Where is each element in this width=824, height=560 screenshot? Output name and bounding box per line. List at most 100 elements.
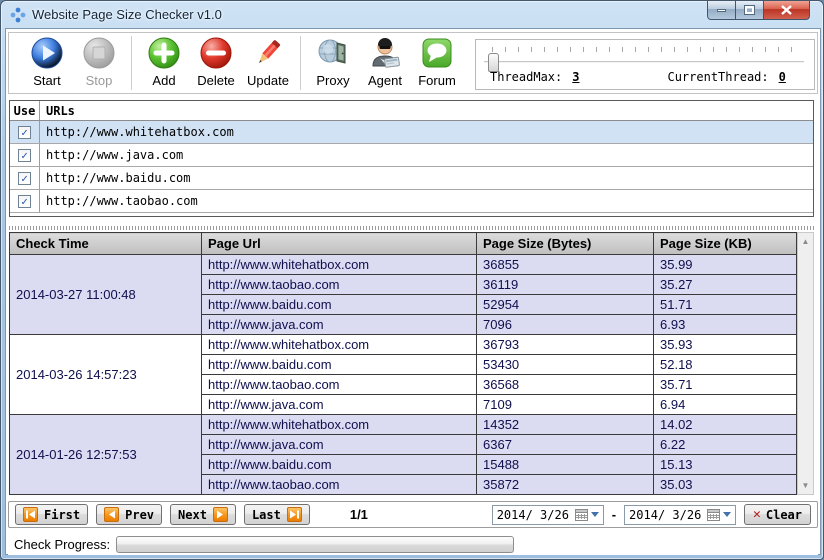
toolbar-separator — [300, 36, 301, 90]
use-checkbox[interactable]: ✓ — [18, 126, 31, 139]
page-size-bytes-cell: 7096 — [477, 315, 654, 335]
splitter-bar[interactable] — [9, 226, 814, 230]
minimize-button[interactable] — [707, 1, 736, 20]
use-checkbox[interactable]: ✓ — [18, 149, 31, 162]
use-column-header: Use — [10, 101, 40, 120]
check-progress-label: Check Progress: — [14, 537, 110, 552]
page-size-bytes-cell: 52954 — [477, 295, 654, 315]
toolbar-button-label: Stop — [73, 73, 125, 88]
page-size-kb-cell: 14.02 — [654, 415, 797, 435]
page-size-kb-cell: 6.94 — [654, 395, 797, 415]
page-url-cell: http://www.whitehatbox.com — [202, 255, 477, 275]
page-url-cell: http://www.java.com — [202, 315, 477, 335]
delete-minus-icon — [199, 36, 233, 72]
prev-page-icon — [104, 507, 119, 522]
prev-page-button[interactable]: Prev — [96, 504, 162, 525]
use-checkbox[interactable]: ✓ — [18, 195, 31, 208]
url-row[interactable]: ✓ http://www.baidu.com — [10, 167, 813, 190]
client-area: Start Stop Add — [5, 28, 821, 555]
page-size-bytes-cell: 36793 — [477, 335, 654, 355]
page-size-kb-column-header[interactable]: Page Size (KB) — [654, 233, 797, 255]
next-page-label: Next — [178, 508, 207, 522]
use-cell: ✓ — [10, 167, 40, 189]
close-button[interactable] — [764, 1, 810, 20]
maximize-button[interactable] — [736, 1, 764, 20]
url-list-body: ✓ http://www.whitehatbox.com ✓ http://www.j… — [10, 121, 813, 213]
proxy-globe-icon — [316, 36, 350, 72]
url-text: http://www.whitehatbox.com — [40, 125, 813, 139]
vertical-scrollbar[interactable]: ▲ ▼ — [797, 232, 814, 495]
use-cell: ✓ — [10, 121, 40, 143]
results-header-row: Check Time Page Url Page Size (Bytes) Pa… — [10, 233, 797, 255]
scroll-up-icon[interactable]: ▲ — [799, 234, 812, 249]
url-list-panel: Use URLs ✓ http://www.whitehatbox.com ✓ htt… — [9, 100, 814, 217]
slider-tick-marks — [492, 47, 804, 52]
page-size-bytes-cell: 36568 — [477, 375, 654, 395]
scroll-down-icon[interactable]: ▼ — [799, 478, 812, 493]
check-progress-bar — [116, 536, 514, 553]
page-size-kb-cell: 15.13 — [654, 455, 797, 475]
result-row[interactable]: 2014-01-26 12:57:53http://www.whitehatbo… — [10, 415, 797, 435]
app-window: Website Page Size Checker v1.0 — [0, 0, 824, 560]
url-row[interactable]: ✓ http://www.taobao.com — [10, 190, 813, 213]
delete-button[interactable]: Delete — [190, 36, 242, 88]
current-thread-label: CurrentThread: — [667, 70, 768, 84]
close-icon — [781, 5, 792, 15]
page-size-bytes-cell: 36855 — [477, 255, 654, 275]
page-size-bytes-cell: 53430 — [477, 355, 654, 375]
page-url-cell: http://www.java.com — [202, 435, 477, 455]
first-page-label: First — [44, 508, 80, 522]
next-page-button[interactable]: Next — [170, 504, 236, 525]
stop-button[interactable]: Stop — [73, 36, 125, 88]
page-url-cell: http://www.taobao.com — [202, 475, 477, 495]
result-row[interactable]: 2014-03-27 11:00:48http://www.whitehatbo… — [10, 255, 797, 275]
results-table-body: 2014-03-27 11:00:48http://www.whitehatbo… — [10, 255, 797, 495]
url-text: http://www.java.com — [40, 148, 813, 162]
proxy-button[interactable]: Proxy — [307, 36, 359, 88]
page-size-bytes-cell: 35872 — [477, 475, 654, 495]
date-to-picker[interactable]: 2014/ 3/26 — [624, 505, 736, 525]
add-button[interactable]: Add — [138, 36, 190, 88]
start-button[interactable]: Start — [21, 36, 73, 88]
thread-slider-track[interactable] — [484, 61, 804, 63]
chevron-down-icon[interactable] — [723, 512, 731, 517]
url-text: http://www.taobao.com — [40, 194, 813, 208]
thread-max-label: ThreadMax: — [490, 70, 562, 84]
update-button[interactable]: Update — [242, 36, 294, 88]
page-size-bytes-column-header[interactable]: Page Size (Bytes) — [477, 233, 654, 255]
result-row[interactable]: 2014-03-26 14:57:23http://www.whitehatbo… — [10, 335, 797, 355]
page-url-column-header[interactable]: Page Url — [202, 233, 477, 255]
clear-button[interactable]: ✕ Clear — [744, 504, 811, 525]
date-from-picker[interactable]: 2014/ 3/26 — [492, 505, 604, 525]
toolbar-button-label: Update — [242, 73, 294, 88]
titlebar[interactable]: Website Page Size Checker v1.0 — [1, 1, 823, 28]
page-indicator: 1/1 — [350, 507, 368, 522]
page-size-bytes-cell: 14352 — [477, 415, 654, 435]
last-page-icon — [287, 507, 302, 522]
current-thread-value: 0 — [779, 70, 786, 84]
first-page-button[interactable]: First — [15, 504, 88, 525]
url-row[interactable]: ✓ http://www.whitehatbox.com — [10, 121, 813, 144]
page-size-kb-cell: 35.99 — [654, 255, 797, 275]
url-row[interactable]: ✓ http://www.java.com — [10, 144, 813, 167]
check-time-column-header[interactable]: Check Time — [10, 233, 202, 255]
calendar-icon — [707, 508, 720, 521]
start-play-icon — [30, 36, 64, 72]
urls-column-header: URLs — [40, 104, 813, 118]
forum-button[interactable]: Forum — [411, 36, 463, 88]
last-page-button[interactable]: Last — [244, 504, 310, 525]
toolbar: Start Stop Add — [8, 32, 818, 94]
minimize-icon — [717, 9, 726, 12]
page-url-cell: http://www.baidu.com — [202, 455, 477, 475]
page-size-bytes-cell: 36119 — [477, 275, 654, 295]
toolbar-button-label: Agent — [359, 73, 411, 88]
chevron-down-icon[interactable] — [591, 512, 599, 517]
use-cell: ✓ — [10, 144, 40, 166]
use-cell: ✓ — [10, 190, 40, 212]
pager-bar: First Prev Next Last 1/1 — [8, 501, 818, 528]
page-size-bytes-cell: 7109 — [477, 395, 654, 415]
agent-button[interactable]: Agent — [359, 36, 411, 88]
forum-bubble-icon — [420, 36, 454, 72]
use-checkbox[interactable]: ✓ — [18, 172, 31, 185]
url-text: http://www.baidu.com — [40, 171, 813, 185]
